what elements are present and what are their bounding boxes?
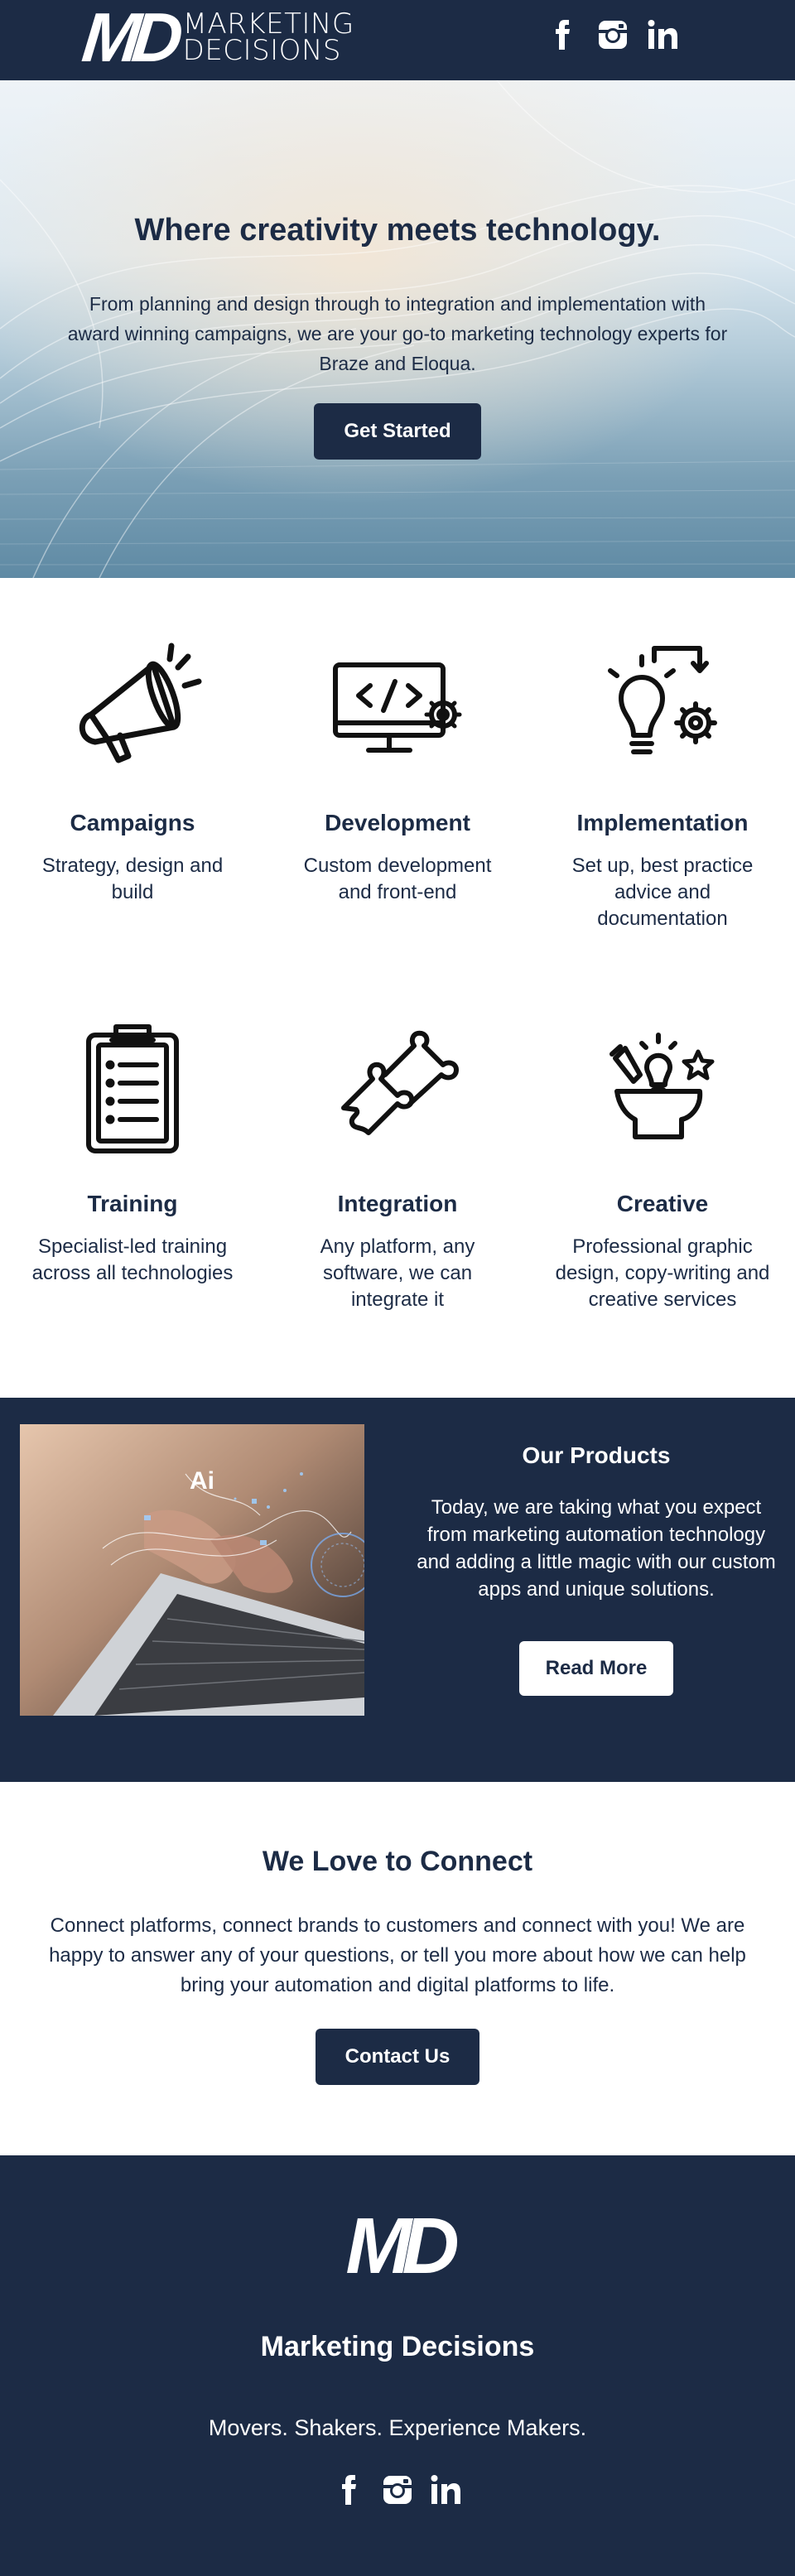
header: MD MARKETING DECISIONS: [0, 0, 795, 80]
creative-head-icon: [610, 1033, 715, 1139]
service-description: Any platform, any software, we can integ…: [320, 1235, 475, 1311]
service-title: Training: [87, 1191, 178, 1216]
facebook-icon[interactable]: [547, 18, 580, 51]
service-implementation: Implementation Set up, best practice adv…: [547, 636, 778, 932]
service-description: Professional graphic design, copy-writin…: [555, 1235, 770, 1311]
service-title: Creative: [616, 1191, 709, 1216]
products-title: Our Products: [522, 1442, 671, 1468]
instagram-icon[interactable]: [596, 18, 629, 51]
service-description: Strategy, design and build: [41, 855, 224, 903]
service-title: Implementation: [576, 810, 749, 835]
clipboard-icon: [86, 1024, 179, 1153]
service-title: Development: [325, 810, 470, 835]
footer: MD Marketing Decisions Movers. Shakers. …: [0, 2155, 795, 2576]
connect-section: We Love to Connect Connect platforms, co…: [0, 1782, 795, 2155]
service-description: Custom development and front-end: [303, 855, 492, 903]
ai-laptop-image: Ai: [20, 1424, 364, 1716]
service-campaigns: Campaigns Strategy, design and build: [17, 636, 248, 906]
service-description: Set up, best practice advice and documen…: [571, 855, 754, 930]
hero-description: From planning and design through to inte…: [67, 293, 728, 374]
hero-title: Where creativity meets technology.: [134, 213, 661, 248]
services-section: Campaigns Strategy, design and build Dev…: [0, 578, 795, 1398]
products-description: Today, we are taking what you expect fro…: [417, 1496, 776, 1601]
service-creative: Creative Professional graphic design, co…: [547, 1017, 778, 1313]
footer-tagline: Movers. Shakers. Experience Makers.: [208, 2415, 587, 2440]
connect-description: Connect platforms, connect brands to cus…: [49, 1914, 746, 1996]
hero-section: Where creativity meets technology. From …: [0, 80, 795, 578]
lightbulb-gear-icon: [608, 646, 717, 754]
logo-line2: DECISIONS: [182, 34, 341, 67]
service-integration: Integration Any platform, any software, …: [282, 1017, 513, 1313]
products-content: Our Products Today, we are taking what y…: [414, 1442, 778, 1696]
logo[interactable]: MD MARKETING DECISIONS: [79, 0, 354, 76]
header-social-links: [547, 18, 679, 51]
service-title: Campaigns: [70, 810, 195, 835]
linkedin-icon[interactable]: [646, 18, 679, 51]
code-monitor-icon: [333, 662, 462, 753]
puzzle-icon: [341, 1030, 459, 1135]
logo-wordmark: MARKETING DECISIONS: [182, 10, 354, 67]
service-description: Specialist-led training across all techn…: [31, 1235, 234, 1284]
ai-label: Ai: [190, 1467, 214, 1495]
megaphone-icon: [79, 643, 202, 763]
read-more-button[interactable]: Read More: [519, 1641, 673, 1696]
logo-mark: MD: [79, 0, 179, 76]
facebook-icon[interactable]: [333, 2473, 366, 2506]
service-training: Training Specialist-led training across …: [17, 1017, 248, 1287]
products-section: Ai Our Products Today, we are taking wha…: [0, 1398, 795, 1782]
instagram-icon[interactable]: [381, 2473, 414, 2506]
service-title: Integration: [337, 1191, 458, 1216]
service-development: Development Custom development and front…: [282, 636, 513, 906]
linkedin-icon[interactable]: [429, 2473, 462, 2506]
footer-social-links: [0, 2473, 795, 2506]
contact-us-button[interactable]: Contact Us: [316, 2029, 479, 2085]
footer-company-name: Marketing Decisions: [260, 2331, 535, 2362]
get-started-button[interactable]: Get Started: [314, 403, 481, 460]
footer-logo[interactable]: MD: [0, 2207, 795, 2286]
connect-title: We Love to Connect: [262, 1846, 533, 1877]
